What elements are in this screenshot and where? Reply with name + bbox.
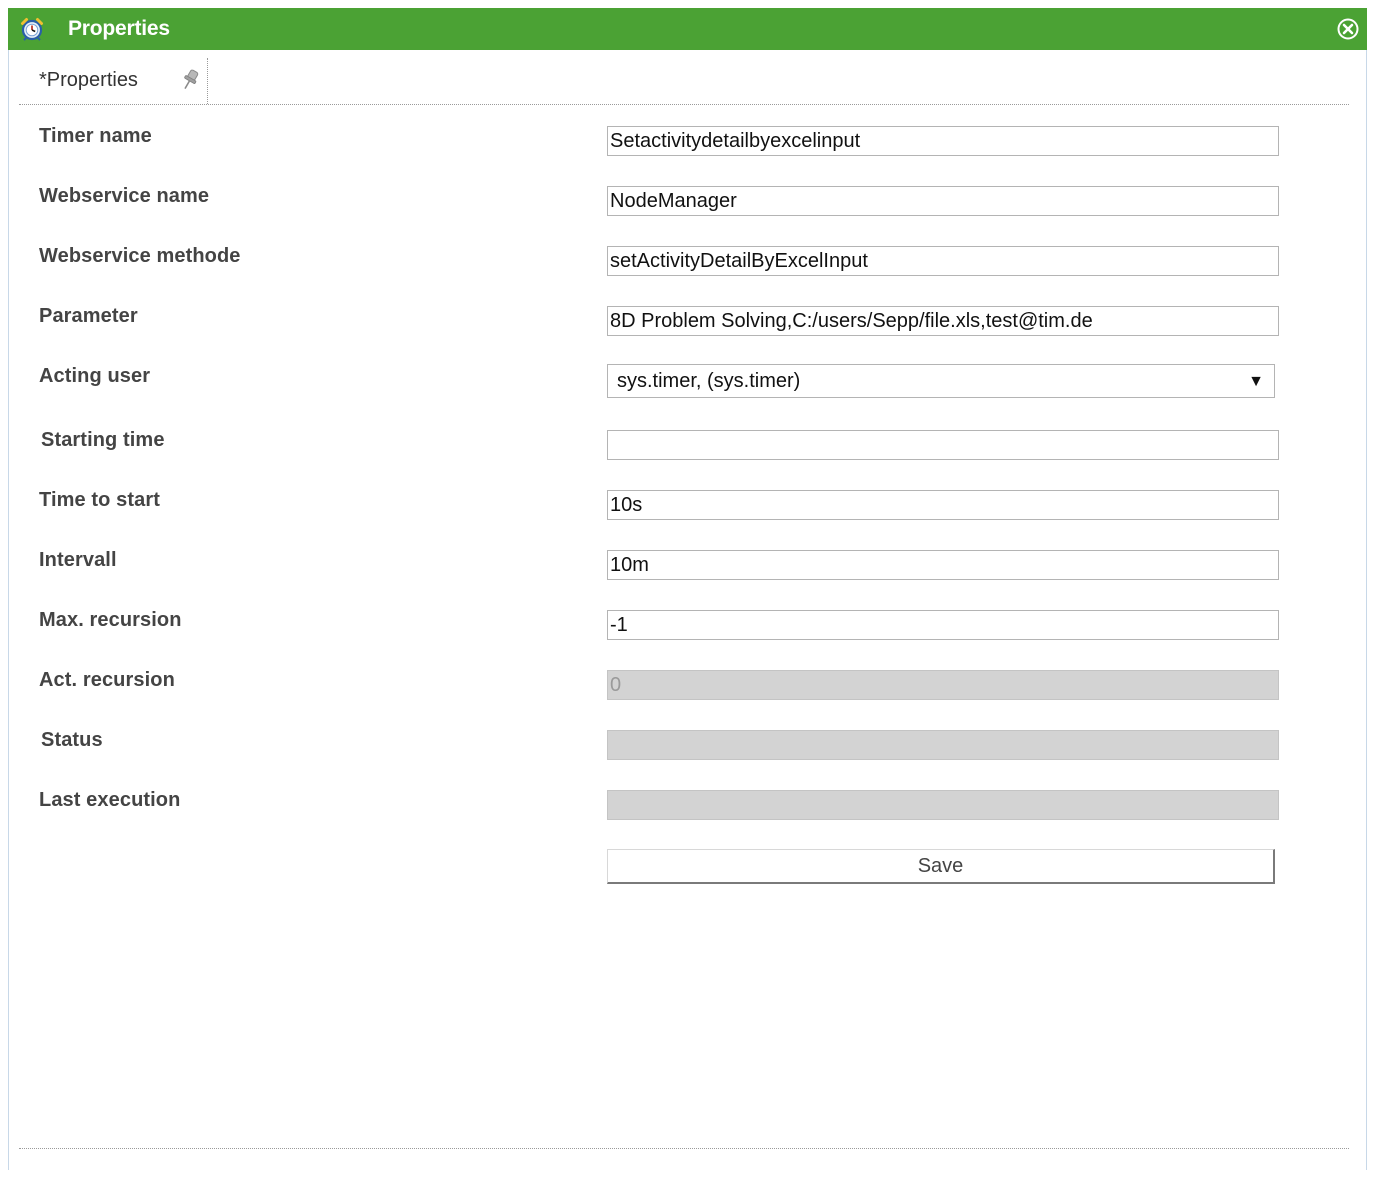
tab-strip: *Properties xyxy=(19,58,1349,105)
properties-window: Properties *Properties Timer name Setact… xyxy=(8,8,1367,1170)
starting-time-input[interactable] xyxy=(607,430,1279,460)
pin-icon[interactable] xyxy=(179,68,201,92)
acting-user-selected-value: sys.timer, (sys.timer) xyxy=(617,370,801,392)
starting-time-label: Starting time xyxy=(41,429,165,451)
row-last-execution: Last execution xyxy=(9,786,1368,820)
max-recursion-label: Max. recursion xyxy=(39,609,182,631)
row-act-recursion: Act. recursion xyxy=(9,666,1368,700)
row-starting-time: Starting time xyxy=(9,426,1368,460)
row-status: Status xyxy=(9,726,1368,760)
acting-user-label: Acting user xyxy=(39,365,151,387)
row-time-to-start: Time to start xyxy=(9,486,1368,520)
status-input xyxy=(607,730,1279,760)
window-title: Properties xyxy=(68,17,170,40)
row-webservice-name: Webservice name xyxy=(9,182,1368,216)
parameter-input[interactable] xyxy=(607,306,1279,336)
alarm-clock-icon xyxy=(20,17,44,41)
row-max-recursion: Max. recursion xyxy=(9,606,1368,640)
close-icon[interactable] xyxy=(1337,18,1359,40)
webservice-name-label: Webservice name xyxy=(39,185,210,207)
save-button[interactable]: Save xyxy=(607,849,1275,884)
row-timer-name: Timer name xyxy=(9,122,1368,156)
tab-properties[interactable]: *Properties xyxy=(19,58,208,104)
intervall-input[interactable] xyxy=(607,550,1279,580)
timer-name-label: Timer name xyxy=(39,125,152,147)
last-execution-input xyxy=(607,790,1279,820)
tab-label: *Properties xyxy=(39,69,138,91)
max-recursion-input[interactable] xyxy=(607,610,1279,640)
status-label: Status xyxy=(41,729,103,751)
dropdown-arrow-icon[interactable]: ▼ xyxy=(1248,370,1264,394)
webservice-name-input[interactable] xyxy=(607,186,1279,216)
act-recursion-input xyxy=(607,670,1279,700)
acting-user-select[interactable]: sys.timer, (sys.timer) ▼ xyxy=(607,364,1275,398)
webservice-methode-input[interactable] xyxy=(607,246,1279,276)
last-execution-label: Last execution xyxy=(39,789,181,811)
parameter-label: Parameter xyxy=(39,305,138,327)
row-parameter: Parameter xyxy=(9,302,1368,336)
act-recursion-label: Act. recursion xyxy=(39,669,175,691)
row-intervall: Intervall xyxy=(9,546,1368,580)
time-to-start-label: Time to start xyxy=(39,489,160,511)
row-acting-user: Acting user sys.timer, (sys.timer) ▼ xyxy=(9,362,1368,398)
footer-divider xyxy=(19,1148,1349,1149)
webservice-methode-label: Webservice methode xyxy=(39,245,241,267)
time-to-start-input[interactable] xyxy=(607,490,1279,520)
title-bar[interactable]: Properties xyxy=(8,8,1367,50)
timer-name-input[interactable] xyxy=(607,126,1279,156)
intervall-label: Intervall xyxy=(39,549,117,571)
row-webservice-methode: Webservice methode xyxy=(9,242,1368,276)
